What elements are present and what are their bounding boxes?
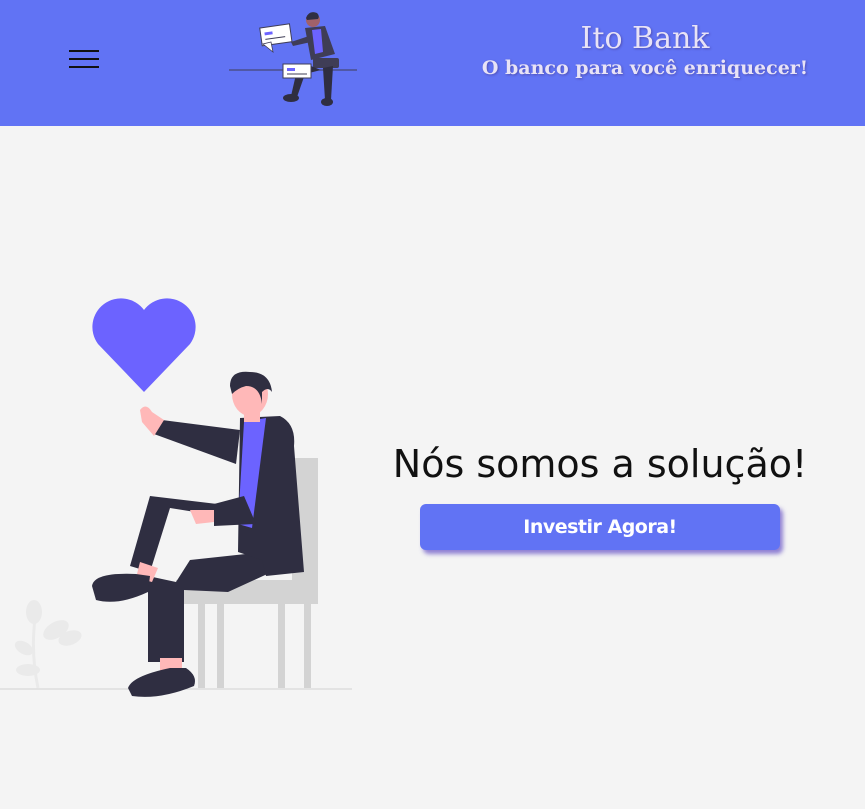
menu-button[interactable] (66, 45, 102, 75)
brand-title: Ito Bank (580, 21, 710, 56)
brand-subtitle: O banco para você enriquecer! (481, 57, 809, 79)
heart-icon (92, 298, 196, 392)
invest-now-button[interactable]: Investir Agora! (420, 504, 780, 550)
hamburger-menu-icon (69, 50, 99, 52)
page: Ito Bank O banco para você enriquecer! N… (0, 0, 865, 809)
person-with-cheques-illustration (229, 12, 357, 106)
plant-decoration (14, 600, 82, 689)
brand: Ito Bank O banco para você enriquecer! (460, 20, 830, 80)
hamburger-menu-icon (69, 66, 99, 68)
hero-heading: Nós somos a solução! (392, 442, 808, 486)
header: Ito Bank O banco para você enriquecer! (0, 0, 865, 126)
man-on-chair-with-heart-illustration (0, 298, 352, 697)
hamburger-menu-icon (69, 58, 99, 60)
